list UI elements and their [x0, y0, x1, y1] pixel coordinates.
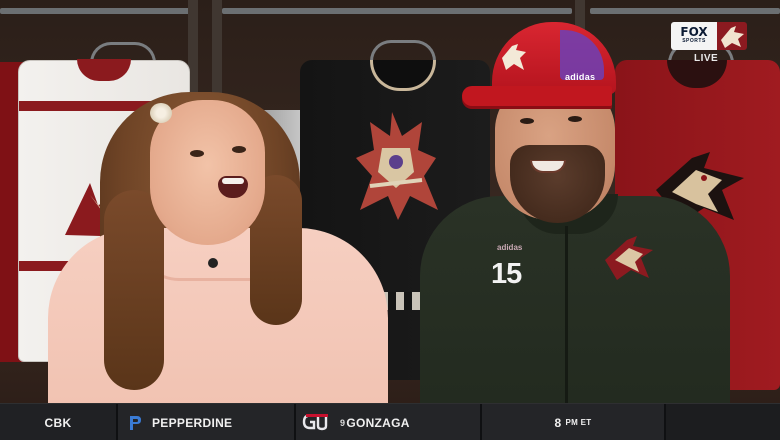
player-eye	[568, 116, 582, 122]
coyote-head-icon	[717, 22, 747, 50]
jersey-collar	[667, 60, 727, 88]
locker-rail	[590, 8, 780, 14]
ticker-team-name: GONZAGA	[346, 415, 410, 430]
live-indicator: LIVE	[694, 53, 719, 64]
ticker-time-segment: 8 PM ET	[482, 404, 666, 440]
girl-eye	[190, 150, 204, 157]
cap-coyote-logo-icon	[502, 44, 526, 70]
ticker-team-name: PEPPERDINE	[152, 415, 233, 430]
girl-pink-hoodie	[48, 228, 388, 418]
pearl-hair-clip-icon	[150, 103, 172, 123]
hoodie-brand-label: adidas	[497, 243, 523, 252]
ticker-team-rank: 9	[340, 417, 346, 428]
score-ticker: CBK PEPPERDINE 9 GONZAGA 8 PM ET	[0, 403, 780, 440]
girl-face	[150, 100, 265, 245]
ticker-team-segment: PEPPERDINE	[118, 404, 296, 440]
jersey-collar	[370, 60, 436, 91]
ticker-network-label: CBK	[44, 415, 72, 430]
girl-eye	[232, 146, 246, 153]
player-number: 15	[491, 258, 522, 290]
network-logo-text: FOX	[680, 25, 708, 39]
network-logo-subtext: SPORTS	[682, 38, 706, 44]
girl-hair-strand	[104, 190, 164, 390]
hanger-icon	[370, 40, 436, 61]
cap-brand-label: adidas	[565, 72, 596, 82]
kachina-coyote-crest-icon	[356, 112, 438, 220]
cap-brim	[462, 86, 612, 106]
hoodie-zipper	[565, 226, 568, 416]
video-frame: adidas 15 adidas FOX SPORTS LIVE CBK PEP…	[0, 0, 780, 440]
locker-rail	[222, 8, 572, 14]
ticker-time-zone: PM ET	[565, 418, 592, 427]
pepperdine-logo-icon	[130, 415, 141, 430]
locker-rail	[0, 8, 190, 14]
jersey-collar	[77, 59, 131, 81]
ticker-network-segment: CBK	[0, 404, 118, 440]
coyote-logo-icon	[605, 236, 653, 280]
gonzaga-logo-icon	[302, 413, 328, 430]
network-bug: FOX SPORTS	[671, 22, 749, 50]
player-eye	[520, 118, 534, 124]
ticker-game-time: 8	[554, 415, 562, 430]
ticker-empty-segment	[666, 404, 780, 440]
ticker-team-segment: 9 GONZAGA	[296, 404, 482, 440]
lavalier-mic-icon	[208, 258, 218, 268]
fox-sports-logo-icon: FOX SPORTS	[671, 22, 717, 50]
